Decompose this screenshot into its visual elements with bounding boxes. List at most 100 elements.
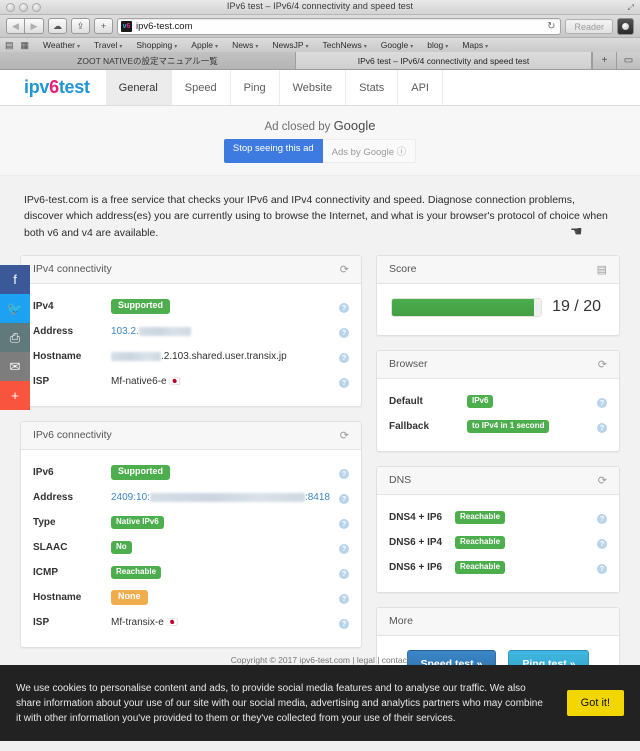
ipv4-panel-body: IPv4 Supported ? Address 103.2. ? Hostna… — [21, 284, 361, 406]
reload-icon[interactable]: ↻ — [547, 21, 557, 32]
forward-button[interactable]: ▶ — [25, 18, 44, 34]
table-row: IPv4 Supported ? — [33, 294, 349, 319]
dns-row-value: Reachable — [455, 555, 593, 580]
help-icon[interactable]: ? — [597, 514, 607, 525]
ads-by-google-button[interactable]: Ads by Google ⓘ — [322, 139, 417, 163]
window-title: IPv6 test – IPv6/4 connectivity and spee… — [226, 1, 414, 11]
help-icon[interactable]: ? — [339, 494, 349, 505]
nav-tab-website[interactable]: Website — [280, 70, 347, 105]
ipv4-row-value: 103.2. — [111, 319, 335, 344]
new-tab-button[interactable]: + — [94, 18, 113, 34]
table-row: DNS6 + IP6 Reachable ? — [389, 555, 607, 580]
dns-row-label: DNS6 + IP6 — [389, 561, 443, 573]
bookmark-shopping[interactable]: Shopping ▾ — [129, 40, 184, 50]
score-bar-row: 19 / 20 — [389, 294, 607, 323]
ipv4-isp-text: Mf-native6-e — [111, 375, 167, 387]
ipv6-address-suffix: :8418 — [304, 491, 330, 503]
help-icon[interactable]: ? — [597, 564, 607, 575]
help-icon[interactable]: ? — [597, 539, 607, 550]
share-email-button[interactable]: ✉ — [0, 352, 30, 381]
stop-seeing-ad-button[interactable]: Stop seeing this ad — [223, 139, 323, 163]
nav-tab-general[interactable]: General — [105, 70, 172, 105]
tab-zoot-native[interactable]: ZOOT NATIVEの設定マニュアル一覧 — [0, 52, 296, 69]
share-more-button[interactable]: + — [0, 381, 30, 410]
table-row: SLAAC No ? — [33, 535, 349, 560]
address-bar[interactable]: v6 ipv6-test.com ↻ — [117, 17, 562, 35]
tab-overview-button[interactable]: ▭ — [616, 52, 640, 69]
refresh-icon[interactable]: ⟳ — [598, 358, 607, 371]
bookmark-newsjp[interactable]: NewsJP ▾ — [265, 40, 315, 50]
downloads-button[interactable] — [617, 17, 634, 35]
table-row: ISP Mf-native6-e 🇯🇵 ? — [33, 369, 349, 394]
bookmark-weather[interactable]: Weather ▾ — [36, 40, 87, 50]
help-icon[interactable]: ? — [339, 328, 349, 339]
ipv6-row-value: Supported — [111, 460, 335, 485]
ipv4-hostname-text: .2.103.shared.user.transix.jp — [161, 350, 287, 362]
icloud-tabs-icon[interactable]: ☁ — [48, 18, 67, 34]
ad-buttons: Stop seeing this ad Ads by Google ⓘ — [223, 139, 417, 163]
score-value-text: 19 / 20 — [552, 298, 601, 316]
table-row: Hostname .2.103.shared.user.transix.jp ? — [33, 344, 349, 369]
table-row: Fallback to IPv4 in 1 second ? — [389, 414, 607, 439]
score-panel: Score ▤ 19 / 20 — [376, 254, 620, 336]
nav-tab-stats[interactable]: Stats — [346, 70, 399, 105]
help-icon[interactable]: ? — [339, 594, 349, 605]
add-tab-button[interactable]: + — [592, 52, 616, 69]
dns-row-value: Reachable — [455, 505, 593, 530]
chevron-down-icon: ▾ — [255, 44, 259, 50]
refresh-icon[interactable]: ⟳ — [340, 263, 349, 276]
bookmark-technews[interactable]: TechNews ▾ — [316, 40, 374, 50]
table-row: DNS6 + IP4 Reachable ? — [389, 530, 607, 555]
ad-slot: Ad closed by Google Stop seeing this ad … — [0, 106, 640, 239]
share-twitter-button[interactable]: 🐦 — [0, 294, 30, 323]
back-button[interactable]: ◀ — [6, 18, 25, 34]
site-header: ipv 6 test General Speed Ping Website Sta… — [0, 70, 640, 106]
cookie-message: We use cookies to personalise content an… — [16, 682, 543, 724]
google-brand: Google — [333, 118, 376, 133]
help-icon[interactable]: ? — [339, 303, 349, 314]
table-row: Address 2409:10::8418 ? — [33, 485, 349, 510]
tab-ipv6-test[interactable]: IPv6 test – IPv6/4 connectivity and spee… — [296, 52, 592, 69]
nav-tab-speed[interactable]: Speed — [172, 70, 231, 105]
reader-button[interactable]: Reader — [565, 18, 613, 34]
status-badge: Native IPv6 — [111, 515, 164, 529]
bookmark-news[interactable]: News ▾ — [225, 40, 265, 50]
score-panel-header: Score ▤ — [377, 255, 619, 284]
chevron-down-icon: ▾ — [485, 44, 489, 50]
score-progress-track — [391, 297, 543, 317]
help-icon[interactable]: ? — [339, 378, 349, 389]
redaction-blur — [138, 326, 191, 336]
sidebar-icon[interactable]: ▤ — [5, 40, 14, 51]
bookmark-google[interactable]: Google ▾ — [374, 40, 420, 50]
fullscreen-icon[interactable]: ⤢ — [628, 3, 634, 13]
cookie-accept-button[interactable]: Got it! — [566, 690, 624, 716]
nav-tab-api[interactable]: API — [398, 70, 443, 105]
help-icon[interactable]: ? — [339, 619, 349, 630]
help-icon[interactable]: ? — [339, 569, 349, 580]
share-icon[interactable]: ⇪ — [71, 18, 90, 34]
bookmark-maps[interactable]: Maps ▾ — [455, 40, 495, 50]
share-print-button[interactable]: ⎙ — [0, 323, 30, 352]
help-icon[interactable]: ? — [597, 398, 607, 409]
list-icon[interactable]: ▤ — [597, 263, 607, 276]
dns-panel-header: DNS ⟳ — [377, 466, 619, 495]
bookmark-travel[interactable]: Travel ▾ — [87, 40, 129, 50]
table-row: ICMP Reachable ? — [33, 560, 349, 585]
help-icon[interactable]: ? — [339, 353, 349, 364]
right-column: Score ▤ 19 / 20 Browser ⟳ Default IPv6 ?… — [376, 254, 620, 709]
nav-tab-ping[interactable]: Ping — [231, 70, 280, 105]
bookmark-blog[interactable]: blog ▾ — [420, 40, 455, 50]
refresh-icon[interactable]: ⟳ — [340, 429, 349, 442]
share-facebook-button[interactable]: f — [0, 265, 30, 294]
help-icon[interactable]: ? — [339, 544, 349, 555]
chevron-down-icon: ▾ — [410, 44, 414, 50]
help-icon[interactable]: ? — [339, 519, 349, 530]
site-logo[interactable]: ipv 6 test — [0, 70, 106, 105]
table-row: ISP Mf-transix-e 🇯🇵 ? — [33, 610, 349, 635]
top-sites-icon[interactable]: ▦ — [21, 40, 30, 51]
help-icon[interactable]: ? — [339, 469, 349, 480]
help-icon[interactable]: ? — [597, 423, 607, 434]
refresh-icon[interactable]: ⟳ — [598, 474, 607, 487]
bookmark-apple[interactable]: Apple ▾ — [184, 40, 225, 50]
nav-buttons[interactable]: ◀ ▶ — [6, 18, 44, 34]
